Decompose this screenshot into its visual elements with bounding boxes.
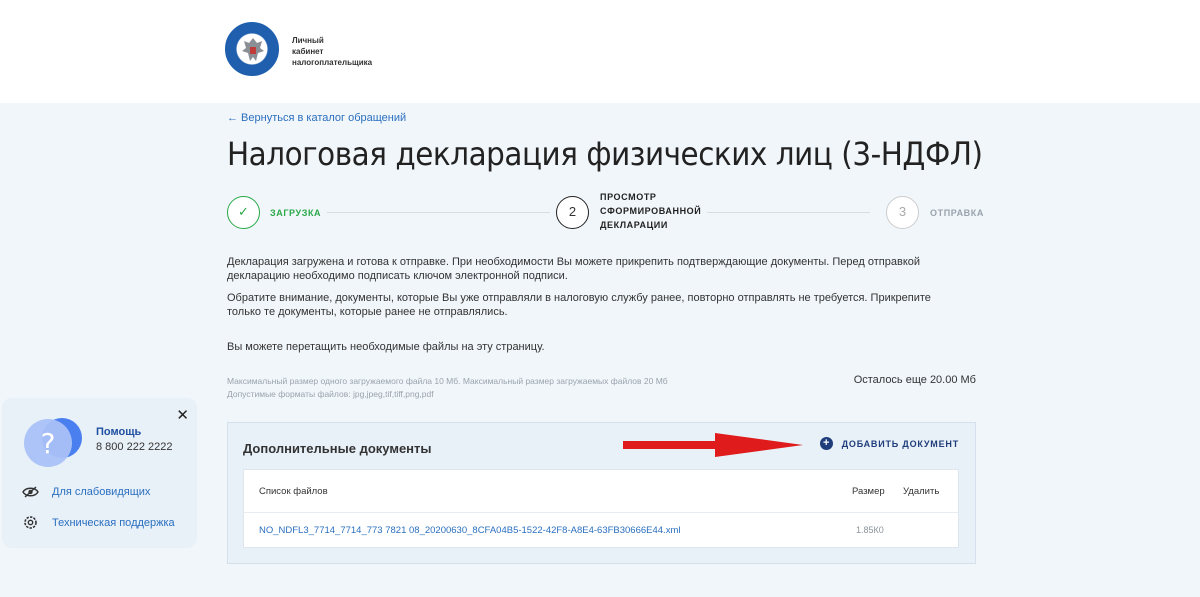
step-1-label: ЗАГРУЗКА [270,208,322,218]
progress-steps: ✓ ЗАГРУЗКА 2 ПРОСМОТР СФОРМИРОВАННОЙ ДЕК… [227,190,983,236]
step-3-label: ОТПРАВКА [930,208,984,218]
close-icon[interactable]: ✕ [176,406,189,424]
low-vision-label: Для слабовидящих [52,486,151,498]
additional-documents-panel: Дополнительные документы + ДОБАВИТЬ ДОКУ… [227,422,976,564]
red-arrow-icon [623,433,803,457]
step-connector [327,212,550,213]
eye-crossed-icon [22,486,39,498]
low-vision-link[interactable]: Для слабовидящих [22,486,150,498]
eagle-emblem-icon [242,38,264,61]
tech-support-label: Техническая поддержка [52,516,175,529]
add-document-label: ДОБАВИТЬ ДОКУМЕНТ [841,438,959,449]
svg-text:?: ? [41,427,56,460]
page-title: Налоговая декларация физических лиц (3-Н… [227,135,983,173]
info-paragraph: Обратите внимание, документы, которые Вы… [227,292,931,318]
step-2-number: 2 [556,196,589,229]
logo-caption-line: Личный [292,36,324,45]
help-question-icon: ? [24,418,82,467]
back-to-catalog-link[interactable]: ← Вернуться в каталог обращений [227,112,406,124]
file-size: 1.85К0 [856,525,884,535]
logo-caption: Личный кабинет налогоплательщика [292,35,372,68]
files-table: Список файлов Размер Удалить NO_NDFL3_77… [243,469,959,548]
help-phone[interactable]: 8 800 222 2222 [96,441,172,453]
file-format-limits: Допустимые форматы файлов: jpg,jpeg,tif,… [227,389,434,399]
header: Личный кабинет налогоплательщика [0,0,1200,103]
logo-caption-line: налогоплательщика [292,58,373,67]
divider [244,512,958,513]
drag-hint: Вы можете перетащить необходимые файлы н… [227,341,545,353]
fns-logo[interactable] [225,22,279,76]
step-1-check-icon: ✓ [227,196,260,229]
column-header-delete: Удалить [903,486,940,497]
remaining-quota: Осталось еще 20.00 Мб [853,374,976,386]
help-widget: ? Помощь 8 800 222 2222 ✕ Для слабовидящ… [2,398,197,548]
gear-icon [24,516,37,529]
column-header-size: Размер [852,486,885,497]
step-3-number: 3 [886,196,919,229]
step-connector [707,212,870,213]
file-size-limits: Максимальный размер одного загружаемого … [227,376,668,386]
file-link[interactable]: NO_NDFL3_7714_7714_773 7821 08_20200630_… [259,525,680,536]
add-document-button[interactable]: + ДОБАВИТЬ ДОКУМЕНТ [819,437,959,450]
help-title: Помощь [96,426,142,438]
tech-support-link[interactable]: Техническая поддержка [22,514,175,531]
info-paragraph: Декларация загружена и готова к отправке… [227,256,921,282]
column-header-files: Список файлов [259,486,328,497]
step-2-label: ПРОСМОТР СФОРМИРОВАННОЙ ДЕКЛАРАЦИИ [600,192,702,230]
logo-caption-line: кабинет [292,47,324,56]
panel-title: Дополнительные документы [243,441,432,456]
plus-circle-icon: + [819,437,833,450]
